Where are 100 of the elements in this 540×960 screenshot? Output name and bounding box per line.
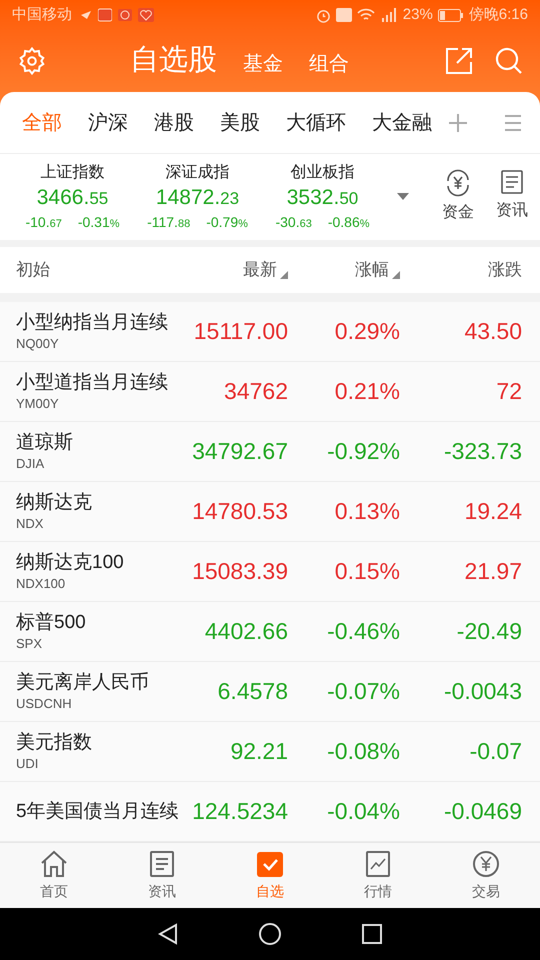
- battery-percent-text: 23%: [402, 4, 433, 25]
- bottom-nav-tab[interactable]: 行情: [324, 843, 432, 908]
- wifi-icon: [356, 8, 375, 22]
- add-tab-button[interactable]: [448, 112, 468, 132]
- index-percent: -0.86%: [328, 213, 370, 232]
- price-text: 15083.39: [192, 557, 288, 586]
- back-icon: [158, 923, 178, 945]
- column-header[interactable]: 涨跌: [488, 257, 522, 283]
- instrument-code: NDX: [16, 514, 44, 532]
- change-text: 19.24: [464, 497, 522, 526]
- change-text: 72: [496, 377, 522, 406]
- instrument-name: 纳斯达克100: [16, 550, 125, 574]
- document-icon: [500, 169, 524, 195]
- quick-link-button[interactable]: 资讯: [496, 169, 528, 225]
- share-button[interactable]: [444, 46, 474, 76]
- change-text: -0.0043: [444, 677, 522, 706]
- price-text: 92.21: [230, 737, 288, 766]
- price-text: 124.5234: [192, 797, 288, 826]
- index-change: -117.88: [147, 213, 190, 232]
- cell-signal-icon: [380, 8, 398, 22]
- home-icon: [39, 850, 69, 878]
- quote-row[interactable]: 小型道指当月连续 YM00Y 34762 0.21% 72: [0, 362, 540, 422]
- price-text: 6.4578: [218, 677, 288, 706]
- instrument-name: 标普500: [16, 610, 87, 634]
- change-text: 21.97: [464, 557, 522, 586]
- change-text: -323.73: [444, 437, 522, 466]
- quote-row[interactable]: 标普500 SPX 4402.66 -0.46% -20.49: [0, 602, 540, 662]
- instrument-name: 小型道指当月连续: [16, 370, 169, 394]
- alarm-icon: [316, 8, 331, 22]
- menu-icon: [504, 114, 522, 132]
- index-change: -10.67: [25, 213, 62, 232]
- category-tab[interactable]: 大循环: [286, 102, 346, 144]
- app-notification-icon: [98, 8, 112, 22]
- search-button[interactable]: [494, 46, 524, 76]
- instrument-name: 5年美国债当月连续: [16, 800, 180, 824]
- plus-icon: [448, 112, 468, 132]
- dropdown-caret-icon: [397, 193, 409, 201]
- battery-icon: [438, 8, 464, 22]
- index-change: -30.63: [275, 213, 312, 232]
- category-tab[interactable]: 港股: [154, 102, 194, 144]
- change-text: -0.0469: [444, 797, 522, 826]
- yen-icon: [472, 850, 500, 878]
- index-percent: -0.79%: [206, 213, 248, 232]
- quote-row[interactable]: 道琼斯 DJIA 34792.67 -0.92% -323.73: [0, 422, 540, 482]
- price-text: 4402.66: [204, 617, 288, 646]
- home-button[interactable]: [258, 922, 282, 946]
- category-tab[interactable]: 大金融: [372, 102, 432, 144]
- instrument-name: 小型纳指当月连续: [16, 310, 169, 334]
- percent-text: -0.92%: [327, 437, 400, 466]
- quote-row[interactable]: 纳斯达克100 NDX100 15083.39 0.15% 21.97: [0, 542, 540, 602]
- index-percent: -0.31%: [78, 213, 120, 232]
- back-button[interactable]: [158, 923, 178, 945]
- app-notification-icon: [118, 8, 132, 22]
- search-icon: [494, 46, 524, 76]
- percent-text: -0.07%: [327, 677, 400, 706]
- checkbox-icon: [256, 850, 284, 878]
- quote-row[interactable]: 纳斯达克 NDX 14780.53 0.13% 19.24: [0, 482, 540, 542]
- instrument-name: 道琼斯: [16, 430, 74, 454]
- index-name: 创业板指: [290, 162, 354, 183]
- sort-icon: [280, 270, 288, 279]
- line-chart-icon: [365, 850, 391, 878]
- change-text: -20.49: [456, 617, 522, 646]
- bottom-nav-tab[interactable]: 资讯: [108, 843, 216, 908]
- price-text: 34792.67: [192, 437, 288, 466]
- index-value: 3532.50: [286, 185, 358, 211]
- quote-row[interactable]: 美元指数 UDI 92.21 -0.08% -0.07: [0, 722, 540, 782]
- index-value: 14872.23: [156, 185, 240, 211]
- index-name: 深证成指: [166, 162, 230, 183]
- instrument-name: 纳斯达克: [16, 490, 93, 514]
- recents-button[interactable]: [362, 924, 382, 944]
- instrument-code: UDI: [16, 754, 40, 772]
- change-text: -0.07: [470, 737, 522, 766]
- quick-link-button[interactable]: 资金: [442, 169, 474, 225]
- column-header[interactable]: 初始: [16, 257, 50, 283]
- document-icon: [149, 850, 175, 878]
- home-circle-icon: [258, 922, 282, 946]
- instrument-code: NDX100: [16, 574, 66, 592]
- column-header[interactable]: 最新: [243, 257, 288, 283]
- price-text: 15117.00: [194, 317, 288, 346]
- percent-text: 0.21%: [334, 377, 400, 406]
- heart-icon: [138, 8, 154, 22]
- price-text: 34762: [224, 377, 288, 406]
- percent-text: -0.08%: [327, 737, 400, 766]
- percent-text: 0.15%: [334, 557, 400, 586]
- recents-icon: [362, 924, 382, 944]
- instrument-code: DJIA: [16, 454, 46, 472]
- index-value: 3466.55: [36, 185, 108, 211]
- menu-button[interactable]: [504, 114, 522, 132]
- bottom-nav-tab[interactable]: 首页: [0, 843, 108, 908]
- yen-cycle-icon: [444, 169, 472, 197]
- category-tab[interactable]: 美股: [220, 102, 260, 144]
- column-header[interactable]: 涨幅: [355, 257, 400, 283]
- quote-row[interactable]: 美元离岸人民币 USDCNH 6.4578 -0.07% -0.0043: [0, 662, 540, 722]
- percent-text: -0.04%: [327, 797, 400, 826]
- quote-row[interactable]: 小型纳指当月连续 NQ00Y 15117.00 0.29% 43.50: [0, 302, 540, 362]
- bottom-nav-tab[interactable]: 交易: [432, 843, 540, 908]
- instrument-code: SPX: [16, 634, 44, 652]
- instrument-code: USDCNH: [16, 694, 73, 712]
- instrument-name: 美元指数: [16, 730, 93, 754]
- category-tab[interactable]: 沪深: [88, 102, 128, 144]
